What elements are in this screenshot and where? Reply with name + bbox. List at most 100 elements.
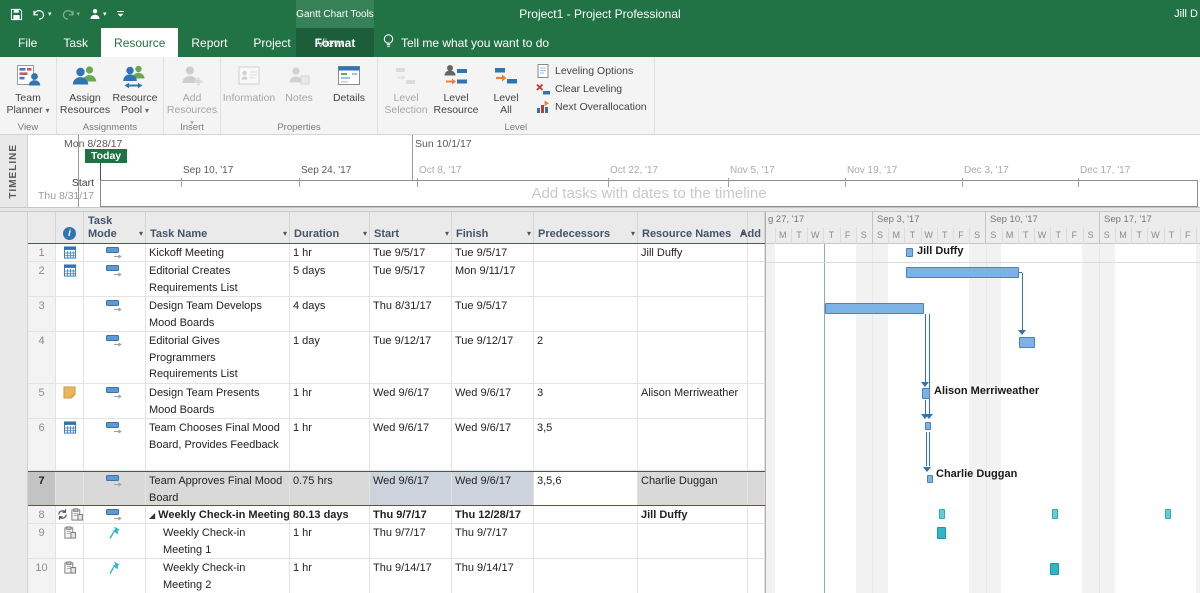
cell-dur[interactable]: 5 days	[290, 262, 370, 296]
cell-task-name[interactable]: Editorial Creates Requirements List	[146, 262, 290, 296]
gantt-bar[interactable]	[1050, 563, 1059, 575]
cell-finish[interactable]: Wed 9/6/17	[452, 384, 534, 418]
cell-pred[interactable]	[534, 506, 638, 523]
cell-add-new-column[interactable]	[748, 332, 765, 383]
tab-resource[interactable]: Resource	[101, 28, 178, 57]
cell-finish[interactable]: Tue 9/12/17	[452, 332, 534, 383]
cell-start[interactable]: Tue 9/12/17	[370, 332, 452, 383]
cell-task-name[interactable]: Weekly Check-in Meeting 1	[146, 524, 290, 558]
cell-task-name[interactable]: Weekly Check-in Meeting 2	[146, 559, 290, 593]
task-row-2[interactable]: 2 Editorial Creates Requirements List5 da…	[28, 262, 765, 297]
cell-start[interactable]: Thu 8/31/17	[370, 297, 452, 331]
cell-dur[interactable]: 1 hr	[290, 559, 370, 593]
task-row-7[interactable]: 7Team Approves Final Mood Board0.75 hrsW…	[28, 471, 765, 506]
cell-dur[interactable]: 1 hr	[290, 384, 370, 418]
cell-task-name[interactable]: ◢Weekly Check-in Meeting	[146, 506, 290, 523]
undo-icon[interactable]: ▾	[32, 9, 52, 20]
gantt-bar[interactable]	[925, 422, 931, 430]
cell-add-new-column[interactable]	[748, 472, 765, 505]
row-number[interactable]: 8	[28, 506, 56, 523]
cell-finish[interactable]: Mon 9/11/17	[452, 262, 534, 296]
cell-finish[interactable]: Thu 12/28/17	[452, 506, 534, 523]
column-header-dur[interactable]: Duration▾	[290, 212, 370, 243]
column-header-name[interactable]: Task Name▾	[146, 212, 290, 243]
cell-res[interactable]: Alison Merriweather	[638, 384, 748, 418]
cell-task-mode[interactable]	[84, 262, 146, 296]
cell-add-new-column[interactable]	[748, 244, 765, 261]
cell-add-new-column[interactable]	[748, 419, 765, 470]
column-header-finish[interactable]: Finish▾	[452, 212, 534, 243]
gantt-bar[interactable]	[939, 509, 945, 519]
cell-dur[interactable]: 80.13 days	[290, 506, 370, 523]
cell-task-mode[interactable]	[84, 559, 146, 593]
task-row-3[interactable]: 3 Design Team Develops Mood Boards4 daysT…	[28, 297, 765, 332]
cell-finish[interactable]: Wed 9/6/17	[452, 419, 534, 470]
task-row-8[interactable]: 8◢Weekly Check-in Meeting80.13 daysThu 9…	[28, 506, 765, 524]
cell-task-mode[interactable]	[84, 332, 146, 383]
qat-customize-icon[interactable]	[116, 10, 125, 19]
cell-dur[interactable]: 4 days	[290, 297, 370, 331]
cell-start[interactable]: Tue 9/5/17	[370, 244, 452, 261]
cell-task-name[interactable]: Kickoff Meeting	[146, 244, 290, 261]
cell-task-mode[interactable]	[84, 524, 146, 558]
cell-add-new-column[interactable]	[748, 524, 765, 558]
cell-task-mode[interactable]	[84, 297, 146, 331]
cell-start[interactable]: Tue 9/5/17	[370, 262, 452, 296]
gantt-bar[interactable]	[1052, 509, 1058, 519]
gantt-bar[interactable]	[927, 475, 933, 483]
gantt-bar[interactable]	[906, 248, 913, 257]
cell-task-mode[interactable]	[84, 472, 146, 505]
cell-pred[interactable]	[534, 297, 638, 331]
clear-leveling-button[interactable]: Clear Leveling	[531, 80, 651, 98]
cell-res[interactable]	[638, 524, 748, 558]
cell-start[interactable]: Wed 9/6/17	[370, 419, 452, 470]
cell-pred[interactable]	[534, 524, 638, 558]
row-number[interactable]: 2	[28, 262, 56, 296]
cell-task-name[interactable]: Design Team Develops Mood Boards	[146, 297, 290, 331]
cell-add-new-column[interactable]	[748, 262, 765, 296]
cell-add-new-column[interactable]	[748, 559, 765, 593]
cell-add-new-column[interactable]	[748, 297, 765, 331]
row-number[interactable]: 1	[28, 244, 56, 261]
cell-dur[interactable]: 1 hr	[290, 524, 370, 558]
gantt-chart-pane-label[interactable]: GANTT CHART	[0, 212, 28, 593]
row-number[interactable]: 9	[28, 524, 56, 558]
cell-finish[interactable]: Tue 9/5/17	[452, 244, 534, 261]
tab-file[interactable]: File	[5, 28, 50, 57]
cell-start[interactable]: Thu 9/14/17	[370, 559, 452, 593]
cell-pred[interactable]	[534, 262, 638, 296]
save-icon[interactable]	[10, 8, 23, 21]
column-header-start[interactable]: Start▾	[370, 212, 452, 243]
person-icon[interactable]: ▾	[89, 8, 107, 20]
row-number[interactable]: 6	[28, 419, 56, 470]
cell-res[interactable]: Jill Duffy	[638, 506, 748, 523]
tab-task[interactable]: Task	[50, 28, 101, 57]
row-number[interactable]: 7	[28, 472, 56, 505]
details-button[interactable]: Details	[324, 59, 374, 104]
gantt-bar[interactable]	[1165, 509, 1171, 519]
signed-in-user[interactable]: Jill D	[1174, 0, 1200, 28]
cell-add-new-column[interactable]	[748, 384, 765, 418]
next-overallocation-button[interactable]: Next Overallocation	[531, 98, 651, 116]
task-row-10[interactable]: 10Weekly Check-in Meeting 21 hrThu 9/14/…	[28, 559, 765, 593]
cell-start[interactable]: Wed 9/6/17	[370, 384, 452, 418]
cell-finish[interactable]: Thu 9/7/17	[452, 524, 534, 558]
cell-pred[interactable]: 3,5,6	[534, 472, 638, 505]
cell-pred[interactable]: 3	[534, 384, 638, 418]
column-header-res[interactable]: Resource Names▾	[638, 212, 748, 243]
cell-finish[interactable]: Wed 9/6/17	[452, 472, 534, 505]
resource-pool-button[interactable]: ResourcePool ▾	[110, 59, 160, 117]
cell-pred[interactable]: 3,5	[534, 419, 638, 470]
column-header-info[interactable]: i	[56, 212, 84, 243]
cell-dur[interactable]: 1 hr	[290, 419, 370, 470]
cell-task-mode[interactable]	[84, 244, 146, 261]
row-number[interactable]: 3	[28, 297, 56, 331]
redo-icon[interactable]: ▾	[61, 9, 81, 20]
gantt-bar[interactable]	[937, 527, 946, 539]
leveling-options-button[interactable]: Leveling Options	[531, 62, 651, 80]
cell-pred[interactable]: 2	[534, 332, 638, 383]
column-header-pred[interactable]: Predecessors▾	[534, 212, 638, 243]
cell-dur[interactable]: 1 day	[290, 332, 370, 383]
assign-resources-button[interactable]: AssignResources	[60, 59, 110, 116]
cell-dur[interactable]: 1 hr	[290, 244, 370, 261]
